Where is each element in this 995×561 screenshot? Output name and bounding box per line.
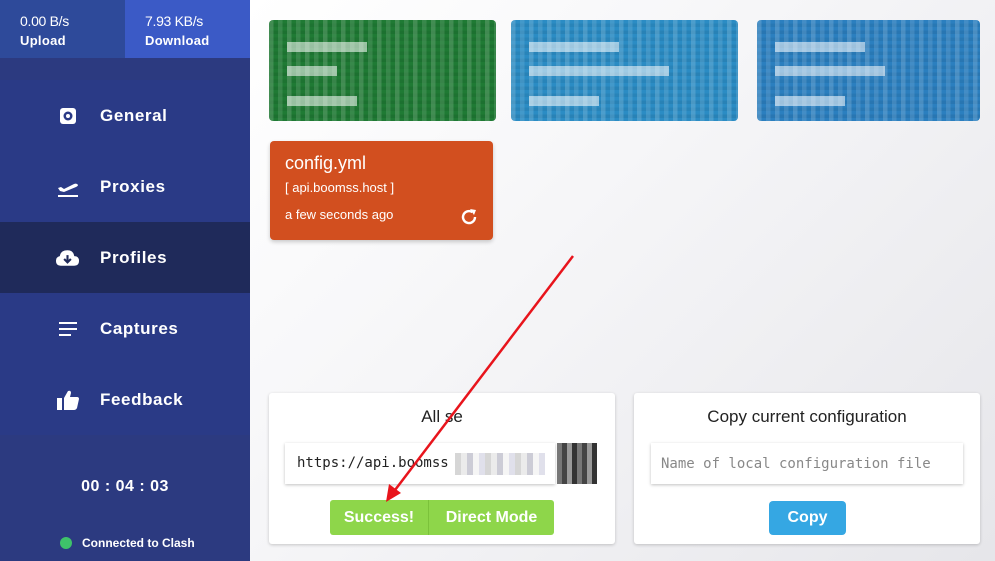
copy-panel-title: Copy current configuration (707, 407, 907, 426)
subscription-url-value: https://api.boomss (297, 455, 449, 471)
config-filename-input[interactable] (651, 443, 963, 484)
cloud-download-icon (55, 245, 80, 270)
download-stat: 7.93 KB/s Download (125, 0, 250, 58)
refresh-icon[interactable] (459, 207, 479, 227)
profile-card[interactable] (757, 20, 980, 121)
download-label: Download (145, 33, 210, 48)
thumbs-up-icon (55, 387, 80, 412)
sidebar: 0.00 B/s Upload 7.93 KB/s Download Gener… (0, 0, 250, 561)
sidebar-item-label: Profiles (100, 247, 168, 267)
profile-updated: a few seconds ago (285, 207, 394, 222)
status-dot-icon (60, 537, 72, 549)
success-button[interactable]: Success! (330, 500, 429, 535)
sidebar-item-label: Captures (100, 318, 179, 338)
sidebar-item-label: General (100, 105, 168, 125)
gear-icon (55, 103, 80, 128)
connection-status: Connected to Clash (60, 536, 195, 550)
profile-card[interactable] (511, 20, 738, 121)
upload-label: Upload (20, 33, 66, 48)
list-icon (55, 316, 80, 341)
import-panel: All se https://api.boomss Success! Direc… (269, 393, 615, 544)
main-content: config.yml [ api.boomss.host ] a few sec… (250, 0, 995, 561)
sidebar-item-proxies[interactable]: Proxies (0, 151, 250, 222)
sidebar-item-general[interactable]: General (0, 80, 250, 151)
plane-icon (55, 174, 80, 199)
upload-stat: 0.00 B/s Upload (0, 0, 125, 58)
copy-button[interactable]: Copy (769, 501, 846, 535)
subscription-url-input[interactable]: https://api.boomss (285, 443, 555, 484)
import-button-group: Success! Direct Mode (330, 500, 554, 535)
sidebar-item-label: Proxies (100, 176, 166, 196)
sidebar-item-profiles[interactable]: Profiles (0, 222, 250, 293)
sidebar-item-feedback[interactable]: Feedback (0, 364, 250, 435)
copy-config-panel: Copy current configuration Copy (634, 393, 980, 544)
connection-label: Connected to Clash (82, 536, 195, 550)
qr-code-icon[interactable] (557, 443, 597, 484)
direct-mode-button[interactable]: Direct Mode (429, 500, 554, 535)
profile-card-active[interactable]: config.yml [ api.boomss.host ] a few sec… (270, 141, 493, 240)
download-value: 7.93 KB/s (145, 13, 204, 29)
profile-name: config.yml (285, 153, 367, 173)
session-timer: 00 : 04 : 03 (81, 478, 169, 495)
profile-card[interactable] (269, 20, 496, 121)
sidebar-item-label: Feedback (100, 389, 184, 409)
upload-value: 0.00 B/s (20, 13, 69, 29)
import-panel-title: All se (421, 407, 463, 426)
traffic-stats: 0.00 B/s Upload 7.93 KB/s Download (0, 0, 250, 58)
profile-host: [ api.boomss.host ] (285, 180, 395, 195)
sidebar-nav: General Proxies Profiles Captures Feedba… (0, 80, 250, 435)
sidebar-item-captures[interactable]: Captures (0, 293, 250, 364)
